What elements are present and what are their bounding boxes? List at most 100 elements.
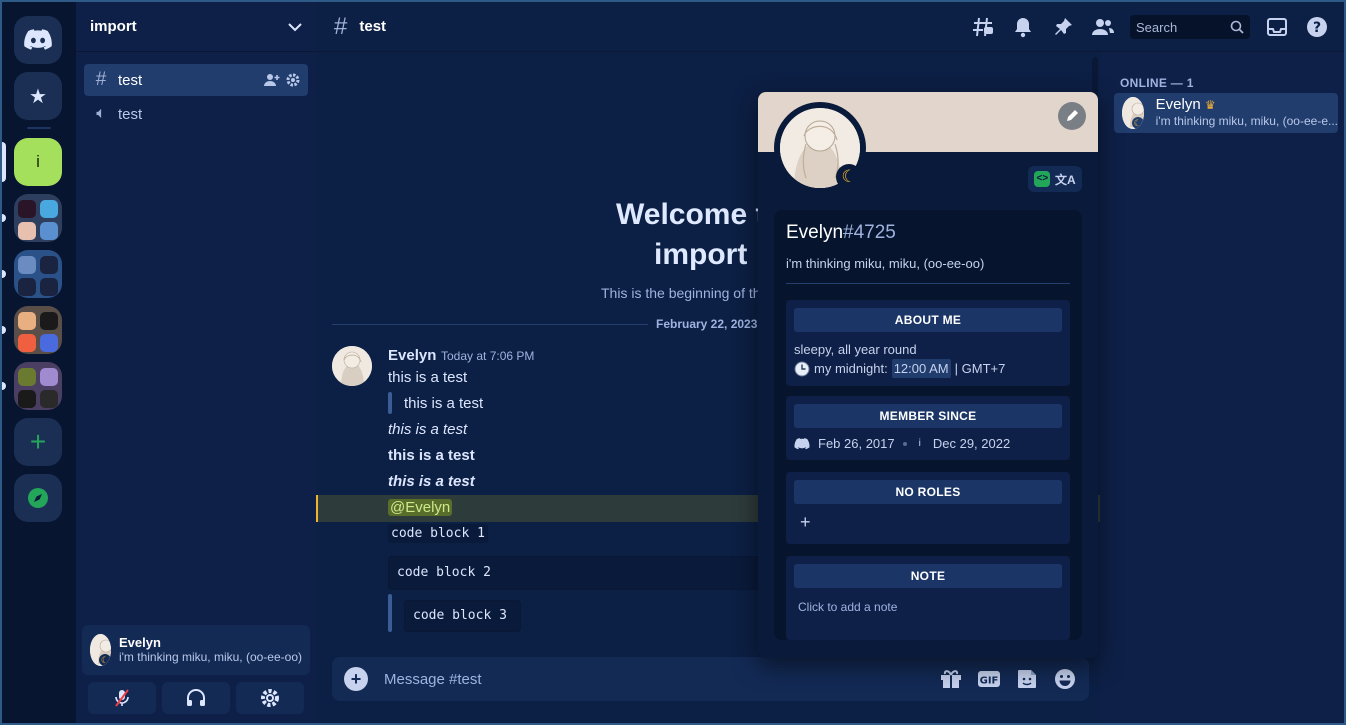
avatar: ☾ (1122, 97, 1144, 129)
gear-icon (261, 689, 279, 707)
add-role-button[interactable]: + (800, 512, 814, 533)
message-line-mention: @Evelyn (388, 499, 453, 516)
profile-avatar[interactable]: ☾ (774, 102, 866, 194)
message-composer[interactable]: + Message #test GIF (332, 657, 1089, 701)
inbox-icon[interactable] (1264, 14, 1290, 40)
member-since-section: MEMBER SINCE Feb 26, 2017 i Dec 29, 2022 (786, 396, 1070, 460)
help-icon[interactable]: ? (1304, 14, 1330, 40)
user-status: i'm thinking miku, miku, (oo-ee-oo) (118, 650, 302, 664)
sticker-icon[interactable] (1015, 667, 1039, 691)
star-icon: ★ (29, 85, 47, 108)
message-line-bold-italic: this is a test (388, 473, 475, 490)
message-author[interactable]: Evelyn (388, 347, 436, 364)
unread-indicator (2, 270, 6, 278)
date-divider-label: February 22, 2023 (648, 317, 766, 331)
note-input[interactable]: Click to add a note (798, 600, 1062, 614)
search-input[interactable]: Search (1130, 15, 1250, 39)
quote-bar (388, 594, 392, 632)
crown-icon: ♛ (1204, 98, 1216, 112)
member-list: ONLINE — 1 ☾ Evelyn ♛ i'm thinking miku,… (1100, 52, 1344, 723)
nitro-icon[interactable]: <> (1034, 171, 1051, 187)
add-server-button[interactable]: + (14, 418, 62, 466)
server-folder-2[interactable] (14, 250, 62, 298)
message-input-placeholder[interactable]: Message #test (384, 671, 925, 688)
discord-window: ★ i + import # test 🔈︎ test ☾ Evelyn i'm… (0, 0, 1346, 725)
channel-voice-test[interactable]: 🔈︎ test (84, 98, 308, 130)
edit-profile-button[interactable] (1058, 102, 1086, 130)
member-status: i'm thinking miku, miku, (oo-ee-e... (1155, 114, 1338, 128)
unread-indicator (2, 214, 6, 222)
bell-icon[interactable] (1010, 14, 1036, 40)
gif-icon[interactable]: GIF (977, 667, 1001, 691)
channel-text-test[interactable]: # test (84, 64, 308, 96)
channel-sidebar: import # test 🔈︎ test ☾ Evelyn i'm think… (76, 2, 316, 723)
note-section: NOTE Click to add a note (786, 556, 1070, 640)
discord-logo-icon (794, 437, 810, 449)
discord-member-since: Feb 26, 2017 (818, 436, 895, 451)
hash-icon: # (334, 12, 348, 40)
attach-plus-icon[interactable]: + (344, 667, 368, 691)
emoji-icon[interactable] (1053, 667, 1077, 691)
separator-dot (902, 441, 907, 446)
about-me-section: ABOUT ME sleepy, all year round my midni… (786, 300, 1070, 386)
server-rail: ★ i + (2, 2, 76, 723)
welcome-server-name: import (654, 238, 748, 271)
channel-name: test (118, 71, 143, 89)
member-name: Evelyn (1155, 96, 1201, 113)
timezone: | GMT+7 (954, 361, 1006, 376)
user-mention[interactable]: @Evelyn (388, 499, 453, 516)
server-folder-1[interactable] (14, 194, 62, 242)
pin-icon[interactable] (1050, 14, 1076, 40)
message-avatar[interactable] (332, 346, 372, 386)
server-name: import (90, 18, 137, 35)
hash-icon: # (95, 69, 107, 90)
user-panel[interactable]: ☾ Evelyn i'm thinking miku, miku, (oo-ee… (82, 625, 310, 675)
deafen-button[interactable] (162, 682, 230, 714)
message-timestamp: Today at 7:06 PM (441, 349, 535, 363)
quoted-code-block: code block 3 (404, 600, 521, 632)
midnight-time: 12:00 AM (891, 359, 951, 378)
unread-indicator (2, 382, 6, 390)
profile-name[interactable]: Evelyn#4725 (786, 222, 1070, 244)
about-me-line: sleepy, all year round (794, 342, 917, 357)
home-button[interactable] (14, 16, 62, 64)
selected-indicator (2, 142, 6, 182)
pencil-icon (1067, 110, 1078, 121)
translate-icon[interactable]: 文A (1055, 171, 1076, 188)
search-icon (1230, 20, 1244, 34)
add-member-icon[interactable] (264, 73, 280, 87)
channel-topbar: # test Search ? (316, 2, 1344, 52)
threads-icon[interactable] (970, 14, 996, 40)
gift-icon[interactable] (939, 667, 963, 691)
explore-servers-button[interactable] (14, 474, 62, 522)
favorites-button[interactable]: ★ (14, 72, 62, 120)
server-member-since: Dec 29, 2022 (932, 436, 1011, 451)
server-icon-small: i (918, 438, 921, 449)
gear-icon[interactable] (286, 73, 300, 87)
moon-icon: ☾ (1131, 117, 1144, 129)
mute-button[interactable] (88, 682, 156, 714)
server-folder-4[interactable] (14, 362, 62, 410)
server-header[interactable]: import (76, 2, 316, 52)
chevron-down-icon (288, 22, 302, 31)
midnight-label: my midnight: (814, 361, 888, 376)
member-since-header: MEMBER SINCE (794, 404, 1062, 428)
moon-icon: ☾ (98, 654, 111, 666)
svg-text:?: ? (1313, 20, 1321, 36)
rail-separator (27, 127, 51, 129)
server-folder-3[interactable] (14, 306, 62, 354)
profile-body: Evelyn#4725 i'm thinking miku, miku, (oo… (774, 210, 1082, 640)
message-line-italic: this is a test (388, 421, 468, 438)
profile-custom-status: i'm thinking miku, miku, (oo-ee-oo) (786, 256, 1070, 284)
members-icon[interactable] (1090, 14, 1116, 40)
note-header: NOTE (794, 564, 1062, 588)
server-import[interactable]: i (14, 138, 62, 186)
mic-muted-icon (115, 689, 129, 707)
user-settings-button[interactable] (236, 682, 304, 714)
message-line-quote: this is a test (404, 395, 484, 412)
profile-username: Evelyn (786, 222, 844, 243)
channel-title: test (359, 18, 387, 35)
code-block: code block 2 (388, 556, 768, 590)
member-item[interactable]: ☾ Evelyn ♛ i'm thinking miku, miku, (oo-… (1114, 93, 1338, 133)
quote-bar (388, 392, 392, 414)
